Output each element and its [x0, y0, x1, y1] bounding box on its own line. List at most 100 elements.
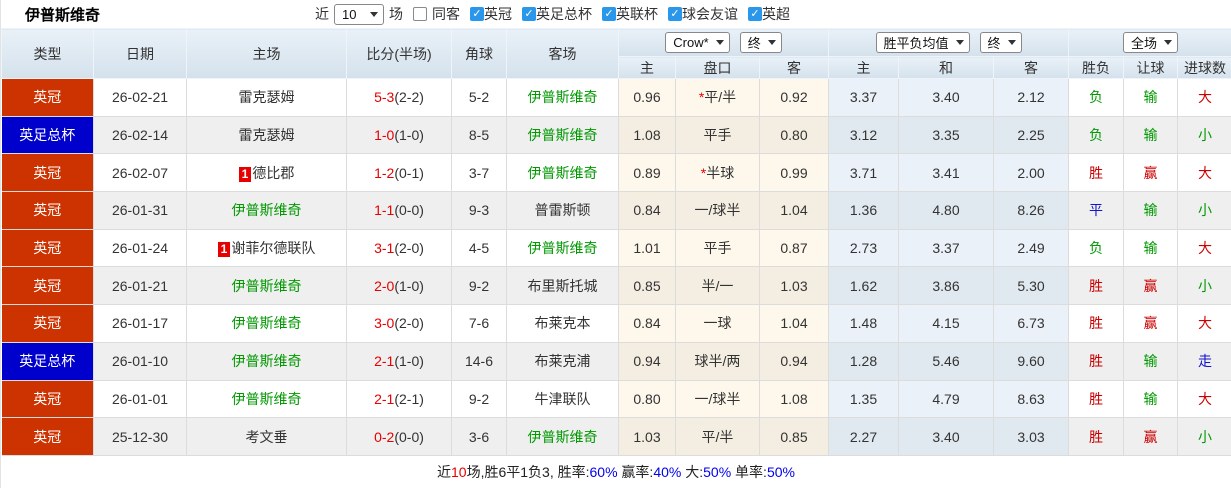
handicap-line: 一球	[675, 304, 760, 343]
home-team: 1 谢菲尔德联队	[186, 229, 347, 268]
away-odds: 0.80	[759, 116, 829, 155]
avg-win-odds: 1.48	[828, 304, 899, 343]
avg-lose-odds: 2.49	[993, 229, 1070, 268]
scope-select[interactable]: 全场	[1123, 32, 1179, 53]
away-team: 伊普斯维奇	[506, 229, 619, 268]
table-row: 英冠 26-01-21 伊普斯维奇 2-0(1-0) 9-2 布里斯托城 0.85 半/一 1.…	[1, 266, 1231, 306]
away-odds: 0.94	[759, 342, 829, 381]
match-date: 26-02-14	[93, 116, 187, 155]
chevron-down-icon	[955, 40, 964, 45]
league-checkbox-label[interactable]: 球会友谊	[682, 4, 738, 24]
avg-draw-odds: 3.35	[898, 116, 994, 155]
score-cell: 5-3(2-2)	[346, 78, 452, 117]
league-checkbox[interactable]: ✓	[602, 7, 616, 21]
score-cell: 2-1(1-0)	[346, 342, 452, 381]
red-card-badge: 1	[217, 242, 231, 258]
red-card-badge: 1	[238, 166, 252, 182]
handicap-result: 输	[1123, 229, 1179, 268]
recent-count-select[interactable]: 10	[334, 3, 384, 25]
filter-bar: 伊普斯维奇 近 10 场 同客 ✓ 英冠 ✓ 英足总杯 ✓ 英联杯 ✓ 球会友谊 ✓ 英超	[1, 0, 1231, 28]
avg-draw-odds: 3.40	[898, 78, 994, 117]
league-checkbox-label[interactable]: 英足总杯	[536, 4, 592, 24]
corners-cell: 9-3	[451, 191, 507, 230]
same-opponent-label[interactable]: 同客	[432, 4, 460, 24]
avg-win-odds: 1.62	[828, 266, 899, 306]
col-header-goals: 进球数	[1177, 56, 1231, 79]
col-header-avg-home: 主	[828, 56, 899, 79]
avg-win-odds: 1.28	[828, 342, 899, 381]
goals-result: 走	[1177, 342, 1231, 381]
league-checkbox-label[interactable]: 英联杯	[616, 4, 658, 24]
league-checkbox-label[interactable]: 英冠	[484, 4, 512, 24]
handicap-text: 平手	[703, 240, 732, 257]
scope-group-header: 全场	[1068, 28, 1231, 57]
bookmaker-select[interactable]: Crow*	[665, 32, 730, 53]
league-badge: 英足总杯	[1, 116, 94, 155]
half-time-score: (0-0)	[394, 202, 424, 219]
league-checkbox[interactable]: ✓	[748, 7, 762, 21]
full-time-score: 1-2	[374, 164, 395, 181]
home-team-name: 考文垂	[245, 428, 288, 445]
full-time-score: 1-1	[374, 202, 395, 219]
avg-win-odds: 2.27	[828, 417, 899, 456]
goals-result: 大	[1177, 78, 1231, 117]
handicap-text: 一/球半	[694, 390, 741, 407]
handicap-text: 半球	[706, 164, 735, 181]
goals-result: 大	[1177, 153, 1231, 193]
league-checkbox-label[interactable]: 英超	[762, 4, 790, 24]
full-time-score: 1-0	[374, 127, 395, 144]
handicap-line: 半/一	[675, 266, 760, 306]
home-team: 伊普斯维奇	[186, 304, 347, 343]
away-team-name: 布莱克本	[534, 315, 591, 332]
avg-select[interactable]: 胜平负均值	[875, 32, 970, 53]
score-cell: 0-2(0-0)	[346, 417, 452, 456]
handicap-result: 输	[1123, 116, 1179, 155]
same-opponent-checkbox[interactable]	[413, 7, 427, 21]
avg-win-odds: 3.12	[828, 116, 899, 155]
handicap-text: 一球	[703, 315, 732, 332]
bookmaker-state-select[interactable]: 终	[739, 32, 782, 53]
summary-part: 场,胜6平1负3, 胜率:	[466, 464, 590, 481]
col-header-away: 客场	[506, 28, 619, 79]
col-header-home: 主场	[186, 28, 347, 79]
away-team: 伊普斯维奇	[506, 417, 619, 456]
away-team-name: 伊普斯维奇	[527, 164, 598, 181]
match-date: 26-01-01	[93, 380, 187, 419]
table-row: 英冠 26-02-07 1 德比郡 1-2(0-1) 3-7 伊普斯维奇 0.89 *半球 0.9…	[1, 153, 1231, 193]
handicap-line: 一/球半	[675, 380, 760, 419]
league-checkbox[interactable]: ✓	[668, 7, 682, 21]
away-team-name: 伊普斯维奇	[527, 240, 598, 257]
corners-cell: 4-5	[451, 229, 507, 268]
league-badge: 英冠	[1, 266, 94, 306]
corners-cell: 7-6	[451, 304, 507, 343]
home-team: 1 德比郡	[186, 153, 347, 193]
handicap-result: 赢	[1123, 417, 1179, 456]
handicap-text: 半/一	[701, 277, 734, 294]
league-checkbox[interactable]: ✓	[470, 7, 484, 21]
home-odds: 0.84	[618, 304, 676, 343]
goals-result: 小	[1177, 266, 1231, 306]
away-odds: 1.03	[759, 266, 829, 306]
league-checkbox[interactable]: ✓	[522, 7, 536, 21]
avg-state-select[interactable]: 终	[979, 32, 1022, 53]
league-badge: 英冠	[1, 153, 94, 193]
corners-cell: 9-2	[451, 266, 507, 306]
match-result: 胜	[1068, 417, 1125, 456]
handicap-line: *平/半	[675, 78, 760, 117]
summary-part: 单率:	[731, 464, 767, 481]
half-time-score: (2-1)	[394, 390, 424, 407]
half-time-score: (2-2)	[394, 89, 424, 106]
away-team: 伊普斯维奇	[506, 78, 619, 117]
match-result: 胜	[1068, 153, 1125, 193]
match-date: 26-01-31	[93, 191, 187, 230]
avg-draw-odds: 4.80	[898, 191, 994, 230]
league-badge: 英冠	[1, 304, 94, 343]
match-date: 25-12-30	[93, 417, 187, 456]
match-result: 负	[1068, 116, 1125, 155]
avg-draw-odds: 5.46	[898, 342, 994, 381]
summary-part: 40%	[653, 464, 682, 481]
corners-cell: 9-2	[451, 380, 507, 419]
avg-draw-odds: 3.40	[898, 417, 994, 456]
col-header-avg-away: 客	[992, 56, 1070, 79]
home-odds: 1.03	[618, 417, 676, 456]
